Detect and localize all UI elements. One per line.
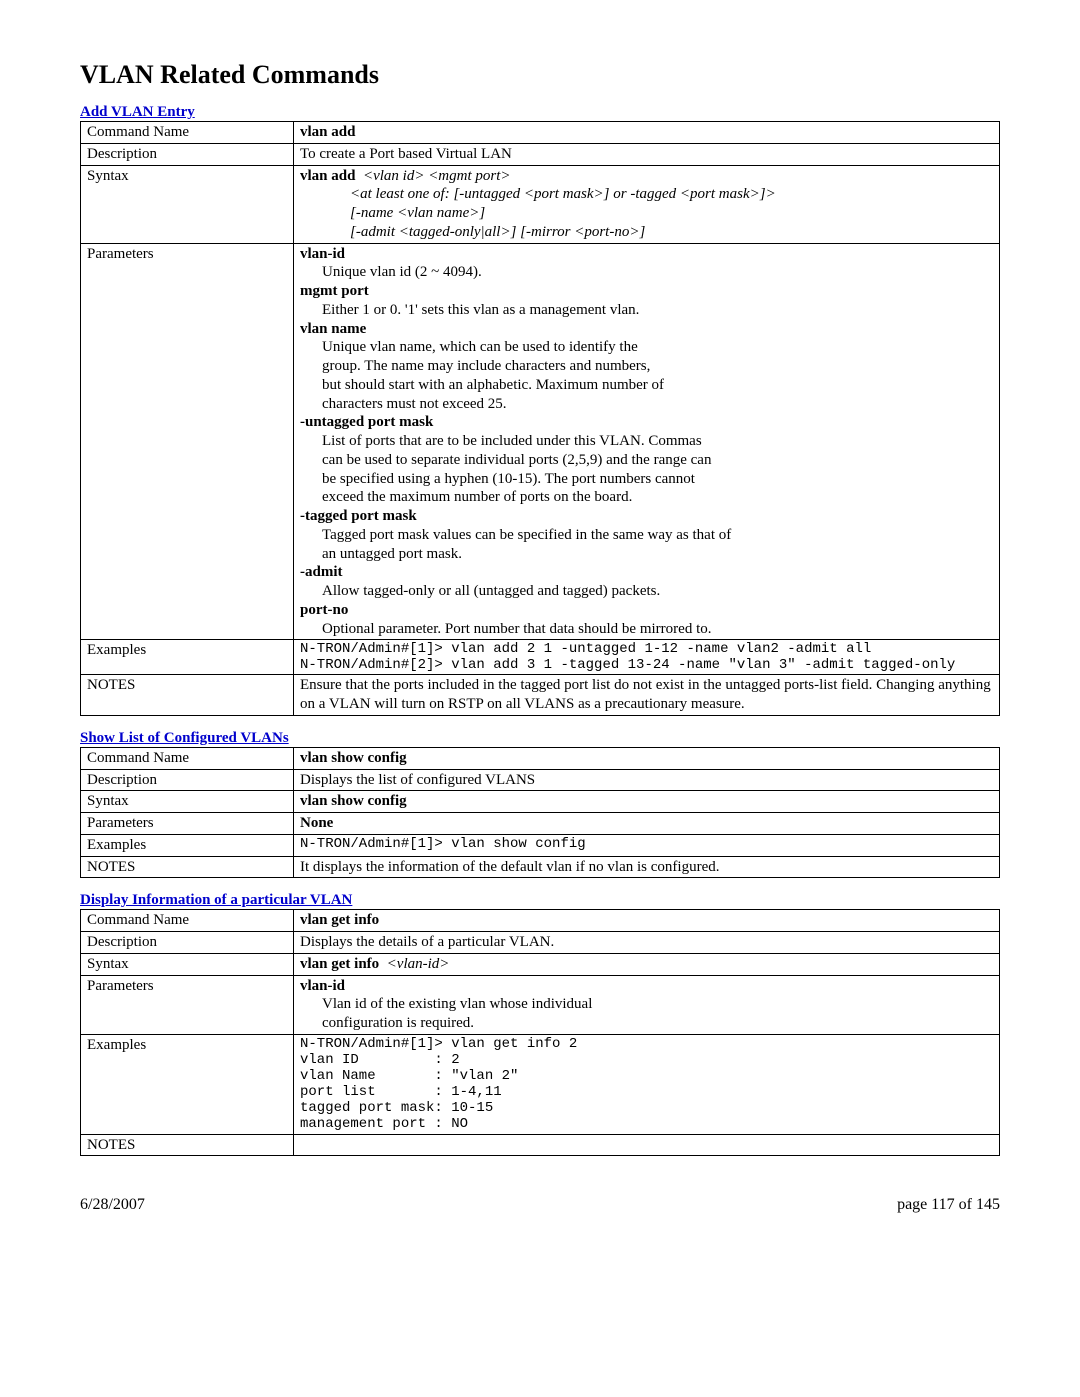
parameters-value: vlan-id Unique vlan id (2 ~ 4094). mgmt …: [294, 243, 1000, 640]
notes-value: Ensure that the ports included in the ta…: [294, 675, 1000, 716]
footer-page: page 117 of 145: [897, 1196, 1000, 1214]
parameters-value: vlan-id Vlan id of the existing vlan who…: [294, 975, 1000, 1034]
syntax-value: vlan show config: [300, 793, 407, 809]
command-table-show-config: Command Name vlan show config Descriptio…: [80, 747, 1000, 879]
description-value: Displays the details of a particular VLA…: [294, 932, 1000, 954]
parameters-value: None: [300, 815, 333, 831]
syntax-value: vlan get info <vlan-id>: [294, 953, 1000, 975]
label-description: Description: [81, 769, 294, 791]
notes-value: It displays the information of the defau…: [294, 856, 1000, 878]
label-parameters: Parameters: [81, 813, 294, 835]
footer-date: 6/28/2007: [80, 1196, 145, 1214]
examples-value: N-TRON/Admin#[1]> vlan show config: [294, 834, 1000, 856]
description-value: Displays the list of configured VLANS: [294, 769, 1000, 791]
label-notes: NOTES: [81, 675, 294, 716]
label-notes: NOTES: [81, 1134, 294, 1156]
label-description: Description: [81, 932, 294, 954]
command-table-get-info: Command Name vlan get info Description D…: [80, 909, 1000, 1156]
label-cmd-name: Command Name: [81, 122, 294, 144]
label-parameters: Parameters: [81, 975, 294, 1034]
label-syntax: Syntax: [81, 953, 294, 975]
label-description: Description: [81, 143, 294, 165]
syntax-value: vlan add <vlan id> <mgmt port> <at least…: [294, 165, 1000, 243]
page-title: VLAN Related Commands: [80, 60, 1000, 90]
cmd-name-value: vlan get info: [300, 912, 379, 928]
label-notes: NOTES: [81, 856, 294, 878]
label-cmd-name: Command Name: [81, 747, 294, 769]
label-cmd-name: Command Name: [81, 910, 294, 932]
examples-value: N-TRON/Admin#[1]> vlan get info 2 vlan I…: [294, 1034, 1000, 1134]
description-value: To create a Port based Virtual LAN: [294, 143, 1000, 165]
section-link-add-vlan[interactable]: Add VLAN Entry: [80, 104, 1000, 121]
label-syntax: Syntax: [81, 791, 294, 813]
label-parameters: Parameters: [81, 243, 294, 640]
page-footer: 6/28/2007 page 117 of 145: [80, 1196, 1000, 1214]
cmd-name-value: vlan add: [300, 124, 355, 140]
section-link-show-config[interactable]: Show List of Configured VLANs: [80, 730, 1000, 747]
section-link-get-info[interactable]: Display Information of a particular VLAN: [80, 892, 1000, 909]
label-examples: Examples: [81, 1034, 294, 1134]
label-examples: Examples: [81, 640, 294, 675]
examples-value: N-TRON/Admin#[1]> vlan add 2 1 -untagged…: [294, 640, 1000, 675]
notes-value: [294, 1134, 1000, 1156]
label-examples: Examples: [81, 834, 294, 856]
command-table-add-vlan: Command Name vlan add Description To cre…: [80, 121, 1000, 716]
label-syntax: Syntax: [81, 165, 294, 243]
cmd-name-value: vlan show config: [300, 750, 407, 766]
